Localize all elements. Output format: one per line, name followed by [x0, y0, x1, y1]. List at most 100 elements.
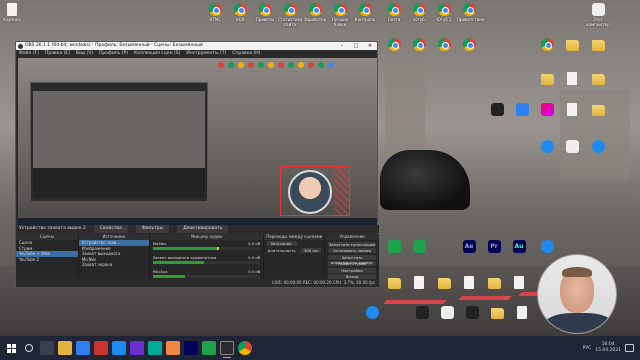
desktop-icon[interactable]: Почта — [382, 3, 406, 22]
mixer-channel: MicNes 0.0 dB — [150, 240, 264, 254]
desktop-icon[interactable] — [360, 306, 384, 320]
notification-icon[interactable] — [625, 344, 634, 352]
desktop-icon[interactable] — [535, 72, 559, 86]
search-icon[interactable] — [22, 336, 36, 360]
desktop-icon[interactable]: Ютуб — [407, 3, 431, 22]
transition-type-select[interactable]: Затухание — [267, 241, 298, 246]
desktop-icon[interactable]: HTML — [203, 3, 227, 22]
duration-input[interactable]: 300 ms — [301, 248, 322, 253]
menu-help[interactable]: Справка (H) — [232, 50, 260, 57]
premiere-icon[interactable] — [184, 341, 198, 355]
desktop-icon[interactable] — [382, 38, 406, 52]
chrome-icon — [412, 38, 426, 51]
app-icon[interactable] — [166, 341, 180, 355]
desktop-icon[interactable]: Корзина — [0, 3, 24, 22]
desktop-icon[interactable]: Ae — [457, 240, 481, 254]
desktop-icon[interactable] — [560, 72, 584, 86]
source-item[interactable]: Захват экрана — [79, 262, 149, 268]
properties-button[interactable]: Свойства — [93, 225, 128, 233]
obs-window[interactable]: OBS 26.1.1 (64-bit, windows) - Профиль: … — [15, 41, 379, 288]
clock[interactable]: 16:04 15.04.2021 — [595, 342, 621, 354]
desktop-icon[interactable] — [535, 240, 559, 254]
desktop-icon[interactable] — [407, 38, 431, 52]
desktop-icon[interactable] — [485, 103, 509, 117]
desktop-icon[interactable] — [586, 140, 610, 154]
desktop-icon[interactable] — [382, 240, 406, 254]
settings-button[interactable]: Настройки — [328, 267, 376, 273]
app-icon[interactable] — [94, 341, 108, 355]
desktop-icon[interactable] — [535, 103, 559, 117]
desktop-icon[interactable] — [382, 276, 406, 290]
explorer-icon[interactable] — [58, 341, 72, 355]
desktop-icon[interactable] — [507, 276, 531, 290]
desktop-icon[interactable] — [460, 306, 484, 320]
deactivate-button[interactable]: Деактивировать — [177, 225, 229, 233]
desktop-icon[interactable] — [560, 38, 584, 52]
virtual-camera-button[interactable]: Запустить виртуальную камеру — [328, 254, 376, 265]
desktop-icon[interactable]: Au — [507, 240, 531, 254]
obs-taskbar-icon[interactable] — [220, 341, 234, 358]
app-icon[interactable] — [112, 341, 126, 355]
mixer-channel-name: MicNes — [152, 241, 167, 246]
nested-obs-window — [30, 82, 208, 202]
desktop-icon[interactable] — [535, 38, 559, 52]
app-icon[interactable] — [148, 341, 162, 355]
desktop-icon[interactable] — [482, 276, 506, 290]
minimize-button[interactable]: – — [335, 42, 349, 50]
start-button[interactable] — [0, 336, 22, 360]
desktop-icon[interactable]: Заработок — [303, 3, 327, 22]
desktop-icon[interactable] — [432, 276, 456, 290]
desktop-icon[interactable] — [485, 306, 509, 320]
chrome-icon — [308, 3, 322, 16]
recycle-bin-icon — [7, 3, 17, 16]
desktop-icon[interactable]: Приветствие — [457, 3, 484, 22]
desktop-icon[interactable]: Лучшие блоки — [328, 3, 352, 27]
desktop-icon[interactable] — [560, 140, 584, 154]
menu-tools[interactable]: Инструменты (T) — [186, 50, 226, 57]
desktop-icon[interactable] — [407, 276, 431, 290]
start-streaming-button[interactable]: Запустить трансляцию — [328, 241, 376, 247]
desktop-icon[interactable]: Этот компьютер — [586, 3, 610, 27]
desktop-icon[interactable] — [586, 103, 610, 117]
stop-recording-button[interactable]: Остановить запись — [328, 248, 376, 253]
obs-preview[interactable] — [18, 58, 377, 228]
menu-view[interactable]: Вид (V) — [76, 50, 93, 57]
task-view-icon[interactable] — [40, 341, 54, 355]
desktop-icon[interactable] — [510, 306, 534, 320]
obs-titlebar[interactable]: OBS 26.1.1 (64-bit, windows) - Профиль: … — [16, 42, 377, 50]
desktop-icon[interactable] — [410, 306, 434, 320]
file-icon — [567, 72, 577, 85]
desktop-icon[interactable]: Приветы — [253, 3, 277, 22]
chrome-icon — [462, 38, 476, 51]
language-indicator[interactable]: РУС — [583, 346, 592, 351]
desktop-icon[interactable] — [510, 103, 534, 117]
app-icon — [540, 140, 554, 153]
desktop-icon[interactable]: HDR — [228, 3, 252, 22]
desktop-icon[interactable] — [435, 306, 459, 320]
desktop-icon[interactable]: Ютуб 2 — [432, 3, 456, 22]
scene-item[interactable]: YouTube 2 — [16, 257, 78, 263]
desktop-icon[interactable] — [560, 103, 584, 117]
menu-edit[interactable]: Правка (E) — [45, 50, 70, 57]
desktop-icon[interactable]: Контроль — [353, 3, 377, 22]
desktop-icon[interactable]: Pr — [482, 240, 506, 254]
maximize-button[interactable]: □ — [349, 42, 363, 50]
desktop-icon[interactable] — [586, 72, 610, 86]
menu-scene-collection[interactable]: Коллекция сцен (S) — [134, 50, 180, 57]
desktop-icon[interactable] — [457, 38, 481, 52]
app-icon[interactable] — [202, 341, 216, 355]
menu-profile[interactable]: Профиль (P) — [99, 50, 128, 57]
desktop-icon[interactable] — [535, 140, 559, 154]
chrome-icon[interactable] — [238, 341, 252, 355]
folder-icon — [437, 278, 451, 289]
desktop-icon[interactable] — [432, 38, 456, 52]
desktop-icon[interactable]: Статистика сайта — [278, 3, 303, 27]
desktop-icon[interactable] — [407, 240, 431, 254]
app-icon[interactable] — [130, 341, 144, 355]
filters-button[interactable]: Фильтры — [135, 225, 170, 233]
close-button[interactable]: ✕ — [363, 42, 377, 50]
desktop-icon[interactable] — [457, 276, 481, 290]
app-icon[interactable] — [76, 341, 90, 355]
menu-file[interactable]: Файл (F) — [19, 50, 39, 57]
desktop-icon[interactable] — [586, 38, 610, 52]
